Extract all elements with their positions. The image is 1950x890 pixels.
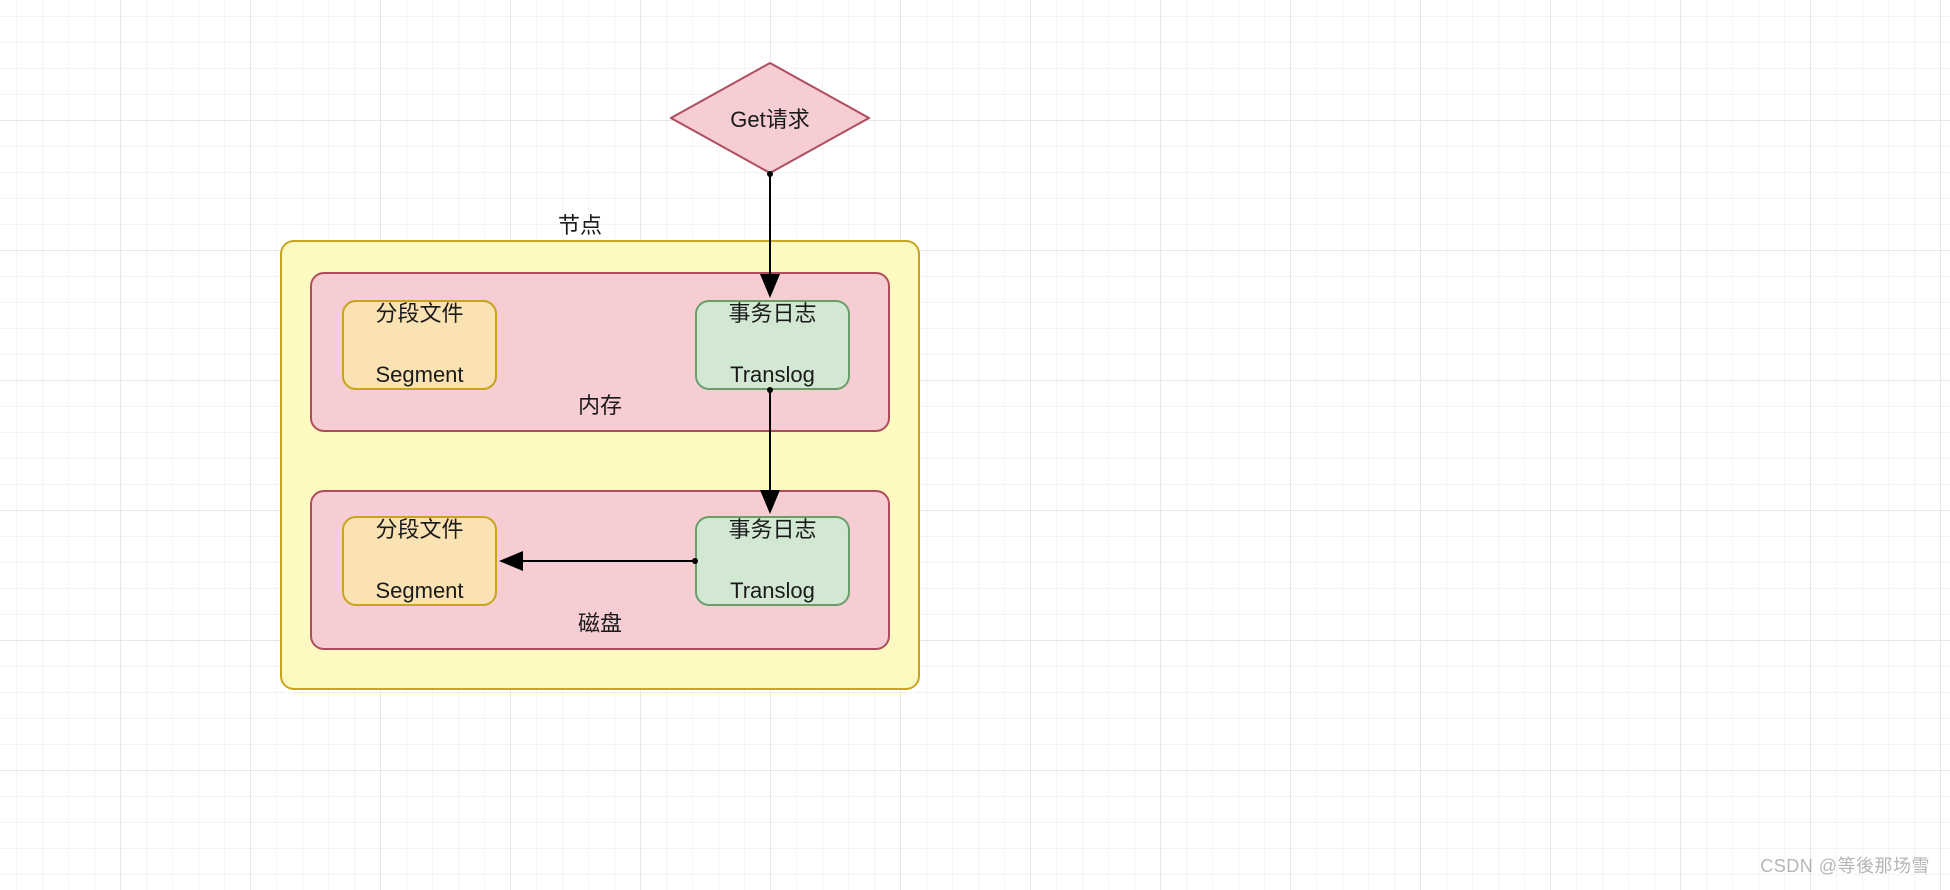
diagram-canvas: Get请求 节点 内存 分段文件 Segment 分段文件 Segment 事务… xyxy=(0,0,1950,890)
memory-segment-line2: Segment xyxy=(375,360,463,391)
disk-translog-line1: 事务日志 xyxy=(728,515,816,546)
get-request-diamond: Get请求 xyxy=(670,62,870,174)
disk-segment-box: 分段文件 Segment xyxy=(342,516,497,606)
memory-translog-box: 事务日志 Translog xyxy=(695,300,850,390)
memory-segment-box: 分段文件 Segment xyxy=(342,300,497,390)
node-label: 节点 xyxy=(558,208,602,240)
disk-segment-line2: Segment xyxy=(375,576,463,607)
watermark: CSDN @等後那场雪 xyxy=(1760,852,1930,878)
memory-translog-line1: 事务日志 xyxy=(728,299,816,330)
disk-segment-line1: 分段文件 xyxy=(375,515,463,546)
memory-translog-line2: Translog xyxy=(728,360,816,391)
disk-translog-line2: Translog xyxy=(728,576,816,607)
get-request-label: Get请求 xyxy=(730,102,809,134)
memory-segment-line1: 分段文件 xyxy=(375,299,463,330)
disk-translog-box: 事务日志 Translog xyxy=(695,516,850,606)
